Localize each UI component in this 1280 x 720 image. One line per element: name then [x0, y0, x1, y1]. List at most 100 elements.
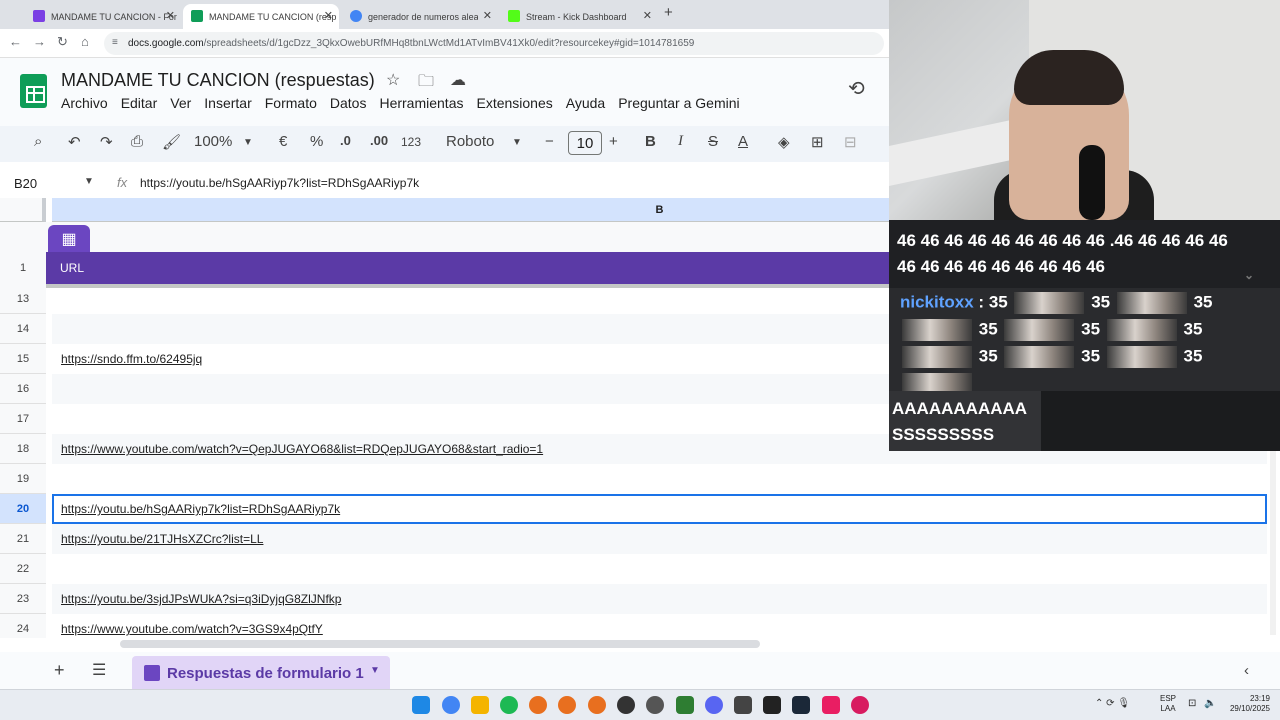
row-number[interactable]: 19	[0, 464, 46, 494]
table-cell[interactable]	[52, 464, 1267, 494]
all-sheets-menu-icon[interactable]: ☰	[92, 660, 106, 680]
close-icon[interactable]: ✕	[166, 9, 175, 22]
fruity-loops-icon[interactable]	[588, 696, 606, 714]
chevron-left-icon[interactable]: ‹	[1244, 662, 1249, 679]
increase-font-size-button[interactable]: +	[609, 133, 618, 150]
obs-icon[interactable]	[646, 696, 664, 714]
menu-datos[interactable]: Datos	[330, 95, 367, 111]
percent-button[interactable]: %	[310, 133, 323, 150]
row-number[interactable]: 21	[0, 524, 46, 554]
cell-link[interactable]: https://youtu.be/3sjdJPsWUkA?si=q3iDyjqG…	[61, 592, 341, 606]
back-icon[interactable]: ←	[9, 34, 22, 49]
language-indicator[interactable]: ESP LAA	[1160, 694, 1176, 714]
decrease-decimal-button[interactable]: .0	[340, 133, 351, 148]
version-history-icon[interactable]: ⟲	[848, 76, 865, 101]
row-number[interactable]: 18	[0, 434, 46, 464]
selected-cell[interactable]: https://youtu.be/hSgAARiyp7k?list=RDhSgA…	[52, 494, 1267, 524]
row-number[interactable]: 16	[0, 374, 46, 404]
menu-extensiones[interactable]: Extensiones	[476, 95, 552, 111]
menu-formato[interactable]: Formato	[265, 95, 317, 111]
table-cell[interactable]: https://youtu.be/3sjdJPsWUkA?si=q3iDyjqG…	[52, 584, 1267, 614]
sheet-tab-respuestas[interactable]: Respuestas de formulario 1 ▼	[132, 656, 390, 689]
cell-link[interactable]: https://youtu.be/hSgAARiyp7k?list=RDhSgA…	[61, 502, 340, 516]
app-icon[interactable]	[734, 696, 752, 714]
row-number[interactable]: 24	[0, 614, 46, 638]
move-folder-icon[interactable]: 🗀	[418, 70, 434, 97]
volume-icon[interactable]: 🔈	[1204, 698, 1216, 709]
table-cell[interactable]	[52, 554, 1267, 584]
row-number[interactable]: 14	[0, 314, 46, 344]
menu-insertar[interactable]: Insertar	[204, 95, 251, 111]
name-box[interactable]: B20	[14, 176, 37, 191]
system-tray-icons[interactable]: ⌃ ⟳ 🎙	[1095, 698, 1130, 709]
star-icon[interactable]: ☆	[386, 70, 400, 90]
close-icon[interactable]: ✕	[643, 9, 652, 22]
increase-decimal-button[interactable]: .00	[370, 133, 388, 148]
app-icon[interactable]	[676, 696, 694, 714]
close-icon[interactable]: ✕	[324, 9, 333, 22]
tiktok-icon[interactable]	[822, 696, 840, 714]
document-title[interactable]: MANDAME TU CANCION (respuestas)	[61, 70, 375, 91]
zoom-select[interactable]: 100%	[194, 133, 232, 150]
number-format-button[interactable]: 123	[401, 135, 421, 149]
file-explorer-icon[interactable]	[471, 696, 489, 714]
spotify-icon[interactable]	[500, 696, 518, 714]
currency-button[interactable]: €	[279, 133, 287, 150]
redo-icon[interactable]: ↷	[100, 133, 113, 151]
new-tab-button[interactable]: +	[664, 4, 673, 21]
browser-tab-forms[interactable]: MANDAME TU CANCION - For ✕	[25, 4, 181, 29]
bold-button[interactable]: B	[645, 133, 656, 150]
select-all-corner[interactable]	[0, 198, 46, 222]
forward-icon[interactable]: →	[33, 34, 46, 49]
text-color-button[interactable]: A	[738, 133, 748, 150]
font-select[interactable]: Roboto	[446, 133, 494, 150]
sheets-logo-icon[interactable]	[20, 74, 47, 108]
header-cell-url[interactable]: URL	[46, 252, 889, 284]
menu-ver[interactable]: Ver	[170, 95, 191, 111]
row-number[interactable]: 17	[0, 404, 46, 434]
horizontal-scrollbar[interactable]	[120, 640, 760, 648]
add-sheet-button[interactable]: +	[54, 660, 65, 681]
print-icon[interactable]: ⎙	[131, 133, 143, 150]
browser-tab-generator[interactable]: generador de numeros aleatori ✕	[342, 4, 498, 29]
fill-color-icon[interactable]: ◈	[778, 133, 790, 151]
app-icon[interactable]	[617, 696, 635, 714]
browser-tab-kick[interactable]: Stream - Kick Dashboard ✕	[500, 4, 658, 29]
merge-cells-icon[interactable]: ⊟	[844, 133, 857, 151]
formula-input[interactable]: https://youtu.be/hSgAARiyp7k?list=RDhSgA…	[140, 176, 419, 190]
chrome-icon[interactable]	[442, 696, 460, 714]
fruity-loops-icon[interactable]	[558, 696, 576, 714]
steam-icon[interactable]	[792, 696, 810, 714]
clock[interactable]: 23:19 29/10/2025	[1226, 694, 1270, 714]
search-icon[interactable]: ⌕	[34, 133, 42, 150]
undo-icon[interactable]: ↶	[68, 133, 81, 151]
menu-herramientas[interactable]: Herramientas	[379, 95, 463, 111]
strikethrough-button[interactable]: S	[708, 133, 718, 150]
italic-button[interactable]: I	[678, 133, 683, 150]
home-icon[interactable]: ⌂	[81, 34, 89, 49]
row-number[interactable]: 22	[0, 554, 46, 584]
fruity-loops-icon[interactable]	[529, 696, 547, 714]
browser-tab-sheets[interactable]: MANDAME TU CANCION (resp ✕	[183, 4, 339, 29]
windows-start-icon[interactable]	[412, 696, 430, 714]
row-number[interactable]: 23	[0, 584, 46, 614]
table-icon[interactable]: ▦	[48, 225, 90, 253]
cell-link[interactable]: https://www.youtube.com/watch?v=3GS9x4pQ…	[61, 622, 323, 636]
menu-editar[interactable]: Editar	[121, 95, 158, 111]
cell-link[interactable]: https://youtu.be/21TJHsXZCrc?list=LL	[61, 532, 263, 546]
discord-icon[interactable]	[705, 696, 723, 714]
cell-link[interactable]: https://www.youtube.com/watch?v=QepJUGAY…	[61, 442, 543, 456]
cell-link[interactable]: https://sndo.ffm.to/62495jq	[61, 352, 202, 366]
chevron-down-icon[interactable]: ▼	[512, 137, 522, 148]
app-icon[interactable]	[851, 696, 869, 714]
network-icon[interactable]: ⊡	[1188, 698, 1196, 709]
site-info-icon[interactable]: ≡	[112, 37, 118, 48]
capcut-icon[interactable]	[763, 696, 781, 714]
chevron-down-icon[interactable]: ▼	[84, 176, 94, 187]
menu-gemini[interactable]: Preguntar a Gemini	[618, 95, 739, 111]
menu-archivo[interactable]: Archivo	[61, 95, 108, 111]
row-number[interactable]: 1	[0, 252, 46, 284]
url-input[interactable]: ≡ docs.google.com/spreadsheets/d/1gcDzz_…	[104, 32, 884, 55]
decrease-font-size-button[interactable]: −	[545, 133, 554, 150]
menu-ayuda[interactable]: Ayuda	[566, 95, 605, 111]
